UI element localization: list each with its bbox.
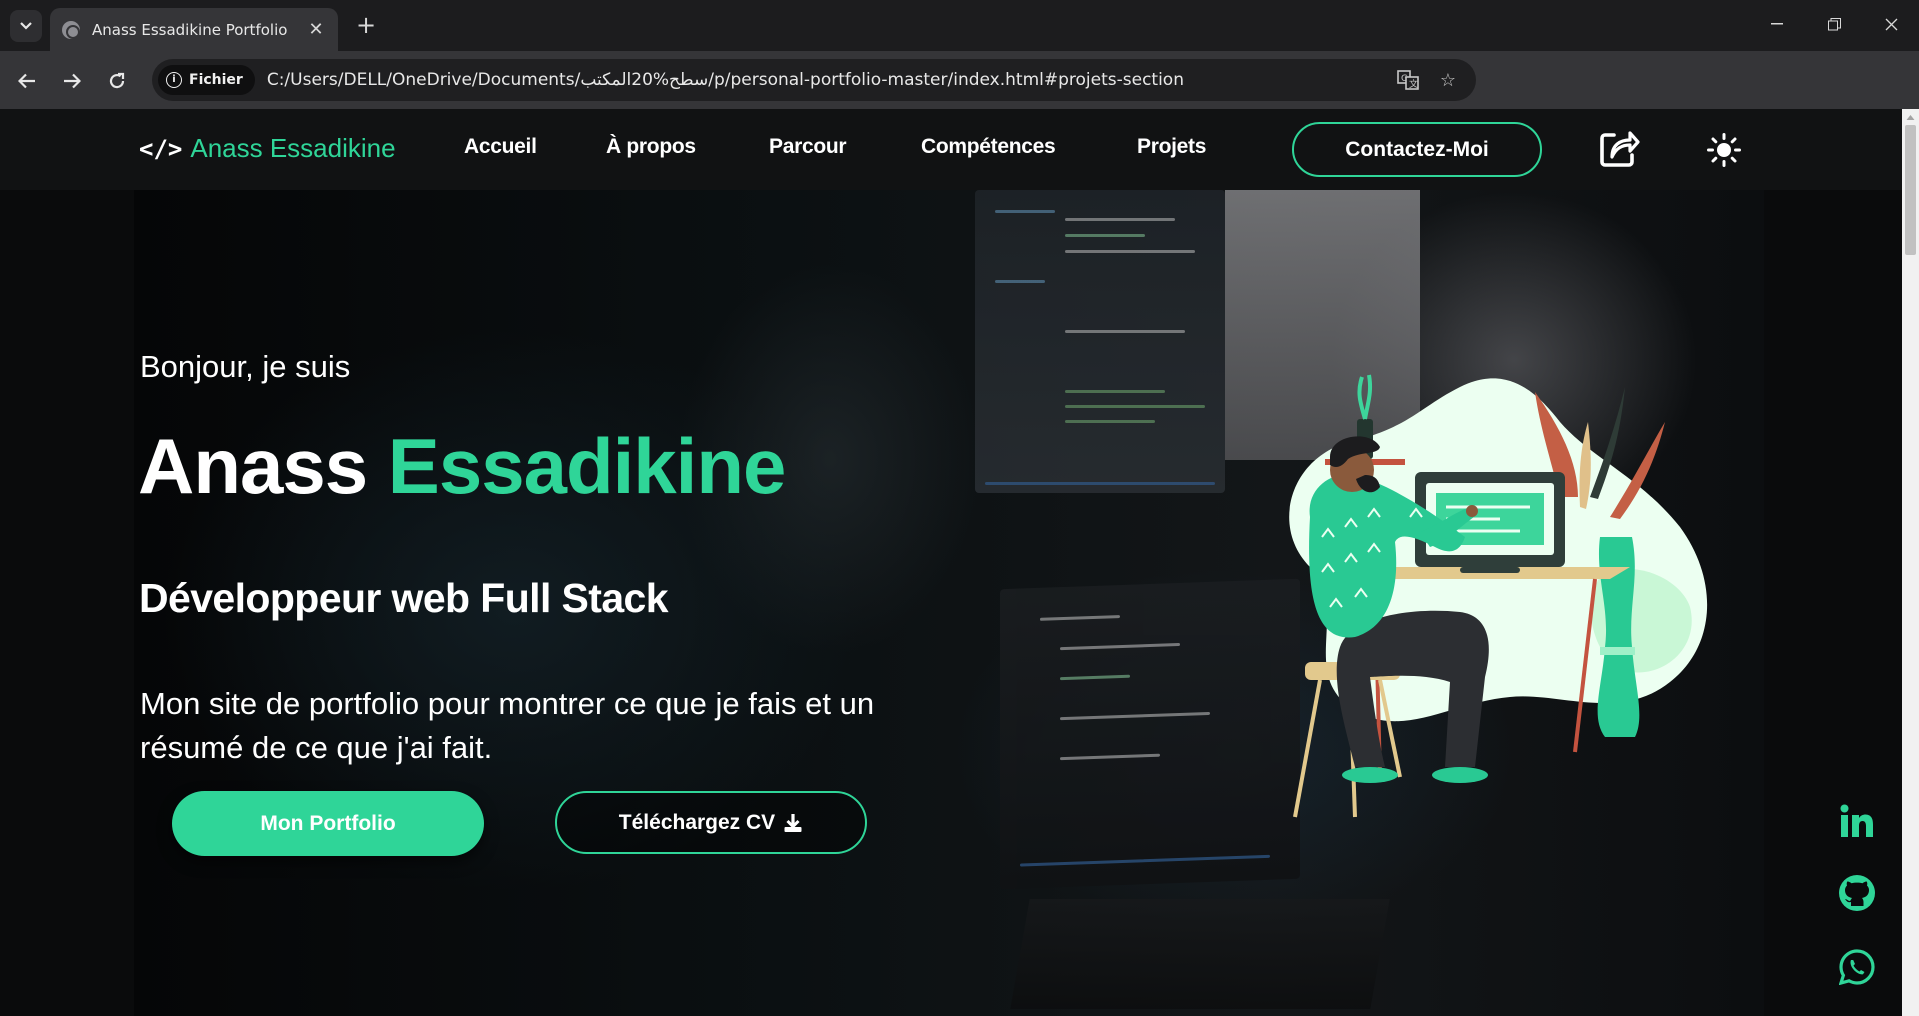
webpage: </> Anass Essadikine Accueil À propos Pa… <box>0 109 1902 1016</box>
restore-button[interactable] <box>1806 0 1862 48</box>
reload-icon <box>109 72 125 89</box>
download-icon <box>784 813 802 832</box>
tab-search-button[interactable] <box>10 10 42 42</box>
arrow-right-icon <box>64 73 81 89</box>
minimize-button[interactable] <box>1749 0 1805 48</box>
browser-toolbar: i Fichier C:/Users/DELL/OneDrive/Documen… <box>0 51 1919 146</box>
portfolio-button[interactable]: Mon Portfolio <box>172 791 484 856</box>
browser-tab[interactable]: Anass Essadikine Portfolio ✕ <box>50 8 338 51</box>
nav-link-a-propos[interactable]: À propos <box>606 135 696 159</box>
contact-button[interactable]: Contactez-Moi <box>1292 122 1542 177</box>
laptop-screen <box>1000 578 1300 890</box>
hero-role: Développeur web Full Stack <box>139 575 669 621</box>
browser-tabbar: Anass Essadikine Portfolio ✕ + <box>0 0 1919 51</box>
nav-link-accueil[interactable]: Accueil <box>464 135 537 159</box>
svg-text:文: 文 <box>1409 78 1418 90</box>
nav-link-parcour[interactable]: Parcour <box>769 135 847 159</box>
address-bar[interactable]: i Fichier C:/Users/DELL/OneDrive/Documen… <box>152 59 1476 101</box>
scrollbar-thumb[interactable] <box>1905 125 1916 255</box>
github-icon[interactable] <box>1837 873 1877 913</box>
page-scrollbar[interactable] <box>1902 109 1919 1016</box>
brand-logo[interactable]: </> Anass Essadikine <box>139 133 396 164</box>
download-cv-label: Téléchargez CV <box>618 810 776 834</box>
whatsapp-icon[interactable] <box>1837 947 1877 987</box>
reload-button[interactable] <box>102 66 132 96</box>
hero-greeting: Bonjour, je suis <box>140 349 351 384</box>
site-navbar: </> Anass Essadikine Accueil À propos Pa… <box>0 109 1902 190</box>
hero-name: Anass Essadikine <box>138 421 787 512</box>
sun-icon[interactable] <box>1707 133 1741 167</box>
download-cv-button[interactable]: Téléchargez CV <box>555 791 867 854</box>
tab-title: Anass Essadikine Portfolio <box>92 20 288 39</box>
url-text[interactable]: C:/Users/DELL/OneDrive/Documents/سطح%20ا… <box>267 70 1184 90</box>
site-info-chip[interactable]: i Fichier <box>158 65 255 95</box>
hero-description: Mon site de portfolio pour montrer ce qu… <box>140 686 875 765</box>
star-icon[interactable]: ☆ <box>1437 70 1459 92</box>
forward-button[interactable] <box>57 66 87 96</box>
background-monitor-code <box>975 190 1225 493</box>
translate-icon[interactable]: G文 <box>1397 70 1419 92</box>
hero-last-name: Essadikine <box>387 422 787 510</box>
scroll-up-icon[interactable] <box>1906 113 1915 122</box>
keyboard-photo <box>1010 899 1390 1009</box>
new-tab-button[interactable]: + <box>352 12 380 40</box>
close-window-button[interactable] <box>1863 0 1919 48</box>
share-icon[interactable] <box>1598 127 1640 169</box>
back-button[interactable] <box>12 66 42 96</box>
developer-illustration <box>1289 374 1708 818</box>
nav-link-competences[interactable]: Compétences <box>921 135 1056 159</box>
info-icon: i <box>166 72 182 88</box>
tab-close-icon[interactable]: ✕ <box>306 19 326 40</box>
nav-link-projets[interactable]: Projets <box>1137 135 1206 159</box>
hero-first-name: Anass <box>138 422 368 510</box>
linkedin-icon[interactable] <box>1837 801 1877 841</box>
chevron-down-icon <box>20 22 32 30</box>
code-brackets-icon: </> <box>139 134 183 163</box>
chip-label: Fichier <box>189 72 243 88</box>
globe-icon <box>62 20 80 39</box>
arrow-left-icon <box>18 73 35 89</box>
brand-name: Anass Essadikine <box>190 133 396 163</box>
